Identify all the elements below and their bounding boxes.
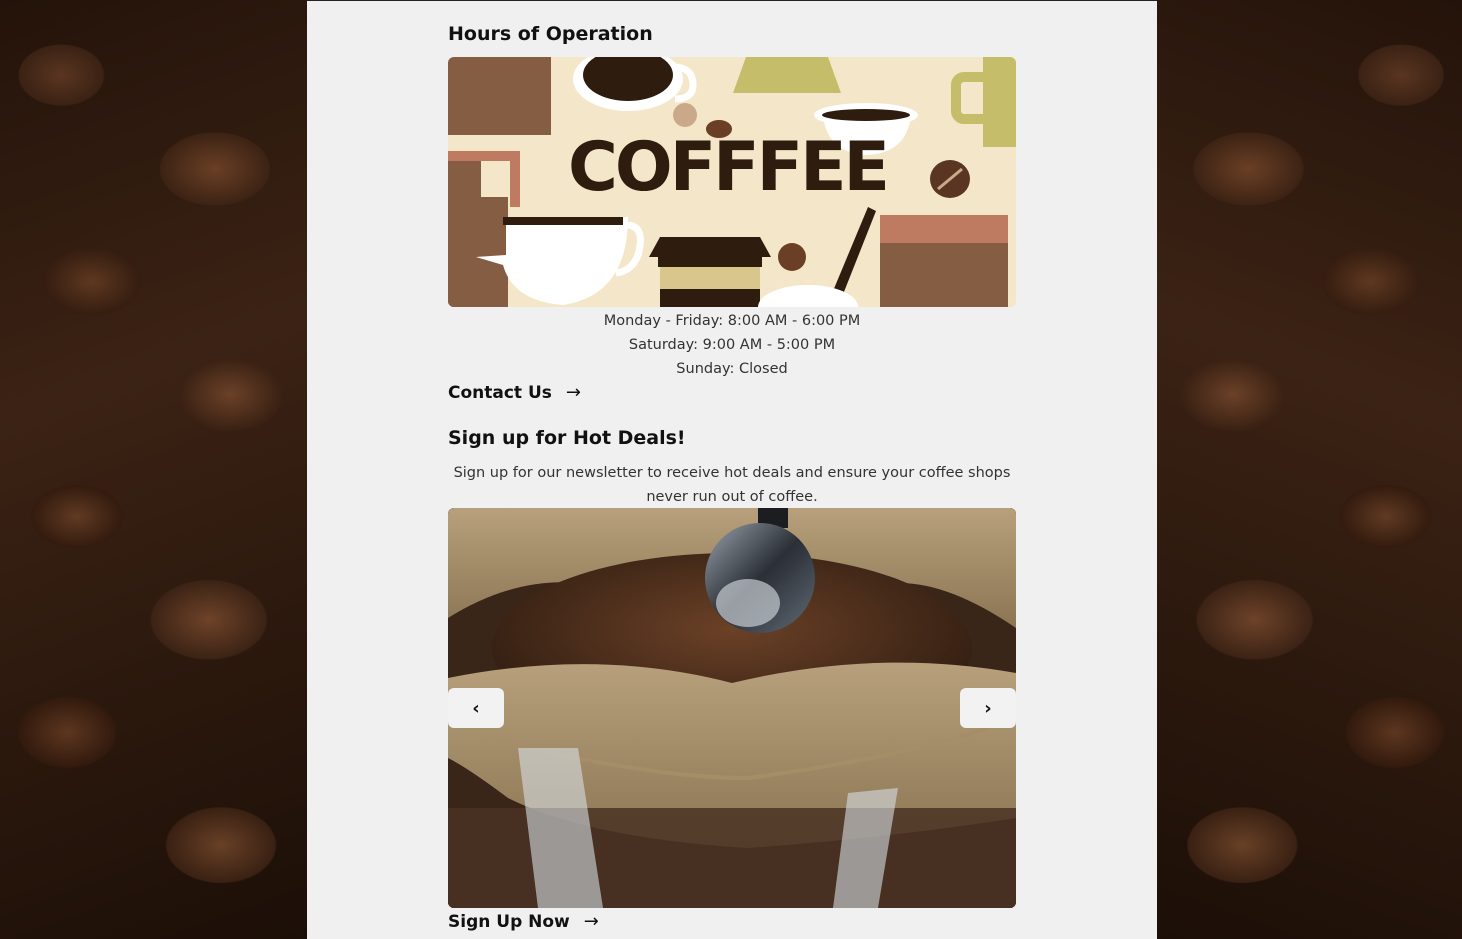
coffee-beans-background-left: [0, 0, 307, 939]
chevron-right-icon: ›: [984, 697, 992, 719]
hot-deals-description: Sign up for our newsletter to receive ho…: [453, 465, 1011, 505]
chevron-left-icon: ‹: [472, 697, 480, 719]
hours-weekday: Monday - Friday: 8:00 AM - 6:00 PM: [603, 313, 861, 329]
coffee-illustration-banner: COFFFEE: [448, 57, 1016, 307]
banner-coffee-text: COFFFEE: [568, 128, 887, 207]
hours-heading: Hours of Operation: [448, 23, 653, 45]
hot-deals-heading: Sign up for Hot Deals!: [448, 427, 686, 449]
sign-up-now-link[interactable]: Sign Up Now →: [448, 911, 599, 932]
arrow-right-icon: →: [565, 382, 581, 403]
contact-us-link[interactable]: Contact Us →: [448, 382, 581, 403]
hours-saturday: Saturday: 9:00 AM - 5:00 PM: [628, 337, 836, 353]
sign-up-now-label: Sign Up Now: [448, 911, 570, 932]
hours-sunday: Sunday: Closed: [676, 361, 788, 377]
contact-us-label: Contact Us: [448, 382, 552, 403]
carousel-next-button[interactable]: ›: [960, 688, 1016, 728]
arrow-right-icon: →: [583, 911, 599, 932]
coffee-beans-background-right: [1157, 0, 1462, 939]
main-content-column: Hours of Operation COFFFEE Monday - Frid…: [307, 0, 1157, 939]
image-carousel: ‹ ›: [448, 508, 1016, 908]
carousel-prev-button[interactable]: ‹: [448, 688, 504, 728]
hours-list: Monday - Friday: 8:00 AM - 6:00 PM Satur…: [448, 309, 1016, 381]
